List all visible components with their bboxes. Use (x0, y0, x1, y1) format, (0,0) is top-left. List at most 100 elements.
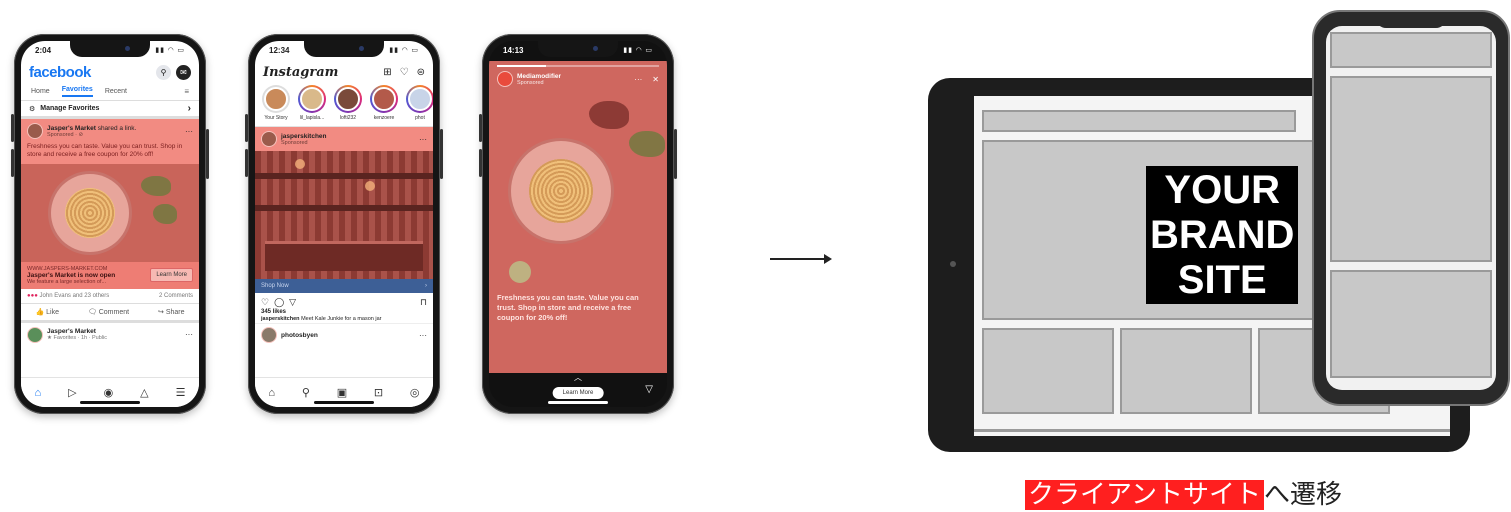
like-button[interactable]: 👍 Like (35, 308, 59, 316)
chevron-right-icon: › (425, 283, 427, 289)
manage-favorites-row[interactable]: ⚙ Manage Favorites › (21, 101, 199, 119)
next-post-author[interactable]: photosbyen (281, 332, 318, 339)
story-label: Your Story (264, 115, 288, 121)
tab-home[interactable]: Home (31, 88, 50, 95)
search-icon[interactable]: ⚲ (302, 386, 310, 399)
comments-count[interactable]: 2 Comments (159, 293, 193, 299)
share-button[interactable]: ↪ Share (158, 308, 185, 316)
wireframe-footer-line (974, 429, 1450, 432)
next-post-header: photosbyen ··· (255, 323, 433, 346)
next-post-header: Jasper's Market ★ Favorites · 1h · Publi… (21, 323, 199, 347)
tab-recent[interactable]: Recent (105, 88, 127, 95)
phone-notch (304, 41, 384, 57)
chevron-up-icon[interactable]: ︿ (574, 372, 582, 383)
facebook-feed-tabs: Home Favorites Recent ≡ (21, 83, 199, 101)
messenger-icon[interactable]: ✉ (176, 64, 191, 80)
home-indicator (548, 401, 608, 404)
story-item[interactable]: lofti232 (333, 85, 363, 124)
heart-icon[interactable]: ♡ (261, 297, 269, 308)
menu-icon[interactable]: ☰ (176, 386, 186, 399)
post-action-text: shared a link. (95, 124, 137, 132)
heart-icon[interactable]: ♡ (400, 67, 409, 78)
story-item[interactable]: phot (405, 85, 433, 124)
add-post-icon[interactable]: ⊞ (383, 67, 391, 78)
caption-user[interactable]: jasperskitchen (261, 316, 300, 322)
post-caption: jasperskitchen Meet Kale Junkie for a ma… (255, 315, 433, 323)
close-icon[interactable]: ✕ (652, 75, 659, 84)
filter-icon[interactable]: ≡ (184, 87, 189, 96)
avatar[interactable] (497, 71, 513, 87)
search-icon[interactable]: ⚲ (156, 64, 171, 80)
home-icon[interactable]: ⌂ (34, 387, 41, 399)
story-screen: 14:13 ▮▮ ◠ ▭ Mediamodifier Sponsored ···… (489, 41, 667, 407)
status-time: 2:04 (35, 46, 52, 55)
story-ad[interactable]: Mediamodifier Sponsored ··· ✕ Freshness … (489, 61, 667, 373)
facebook-screen: 2:04 ▮▮ ◠ ▭ facebook ⚲ ✉ Home Favorites … (21, 41, 199, 407)
brand-line: YOUR (1164, 168, 1280, 212)
caption-rest: へ遷移 (1263, 480, 1342, 510)
stories-bar: Your Story lil_lapisla... lofti232 kenzo… (255, 83, 433, 127)
story-item[interactable]: Your Story (261, 85, 291, 124)
next-post-meta: ★ Favorites · 1h · Public (47, 335, 107, 342)
share-icon: ↪ (158, 308, 164, 316)
avatar[interactable] (261, 131, 277, 147)
more-options-icon[interactable]: ··· (185, 330, 193, 339)
caption-text: Meet Kale Junkie for a mason jar (301, 316, 382, 322)
story-item[interactable]: lil_lapisla... (297, 85, 327, 124)
phone-volume-button (479, 149, 482, 177)
avatar[interactable] (27, 326, 43, 343)
link-description: We feature a large selection of... (27, 278, 107, 285)
avatar (336, 87, 360, 111)
post-author[interactable]: Jasper's Market (47, 125, 96, 132)
instagram-screen: 12:34 ▮▮ ◠ ▭ Instagram ⊞ ♡ ⊜ Your Story … (255, 41, 433, 407)
avatar[interactable] (27, 123, 43, 139)
learn-more-button[interactable]: Learn More (150, 268, 193, 283)
more-options-icon[interactable]: ··· (185, 127, 193, 136)
video-icon[interactable]: ▷ (68, 386, 76, 399)
send-icon[interactable]: ▽ (289, 297, 296, 308)
more-options-icon[interactable]: ··· (419, 331, 427, 340)
comment-button[interactable]: 🗨 Comment (88, 308, 129, 316)
bell-icon[interactable]: △ (140, 386, 148, 399)
onion-graphic (589, 101, 629, 129)
status-icons: ▮▮ ◠ ▭ (155, 47, 185, 54)
reactions-text[interactable]: John Evans and 23 others (40, 293, 110, 299)
link-preview[interactable]: WWW.JASPERS-MARKET.COM Jasper's Market i… (21, 261, 199, 289)
groups-icon[interactable]: ◉ (104, 386, 114, 399)
post-actions: 👍 Like 🗨 Comment ↪ Share (21, 304, 199, 323)
facebook-logo: facebook (29, 63, 91, 81)
story-item[interactable]: kenzoere (369, 85, 399, 124)
more-options-icon[interactable]: ··· (634, 75, 642, 84)
reels-icon[interactable]: ▣ (337, 386, 347, 399)
facebook-header: facebook ⚲ ✉ (21, 61, 199, 83)
bookmark-icon[interactable]: ⊓ (420, 297, 427, 308)
messenger-icon[interactable]: ⊜ (417, 67, 425, 78)
tab-favorites[interactable]: Favorites (61, 86, 93, 97)
transition-arrow (770, 254, 832, 264)
post-author[interactable]: jasperskitchen (281, 133, 327, 140)
learn-more-button[interactable]: Learn More (552, 387, 604, 399)
home-icon[interactable]: ⌂ (268, 387, 275, 399)
story-label: phot (415, 115, 425, 121)
reaction-icons: ●●● (27, 292, 38, 299)
avatar[interactable] (261, 327, 277, 343)
home-indicator (80, 401, 140, 404)
next-post-author[interactable]: Jasper's Market (47, 328, 107, 335)
profile-icon[interactable]: ◎ (410, 386, 420, 399)
more-options-icon[interactable]: ··· (419, 135, 427, 144)
post-image[interactable] (255, 151, 433, 279)
shop-icon[interactable]: ⊡ (374, 386, 383, 399)
comment-icon[interactable]: ◯ (274, 297, 284, 308)
smartphone-mockup (1312, 10, 1510, 406)
avatar (408, 87, 432, 111)
story-author[interactable]: Mediamodifier (517, 73, 561, 80)
story-meta: Sponsored (517, 79, 544, 86)
lamp-graphic (295, 159, 305, 169)
counter-graphic (265, 241, 423, 271)
sponsored-post: Jasper's Market shared a link. Sponsored… (21, 119, 199, 289)
post-image[interactable] (21, 163, 199, 262)
link-title: Jasper's Market is now open (27, 271, 116, 279)
smartphone-screen (1326, 26, 1496, 390)
send-icon[interactable]: ▽ (645, 384, 653, 395)
shop-now-button[interactable]: Shop Now › (255, 279, 433, 293)
